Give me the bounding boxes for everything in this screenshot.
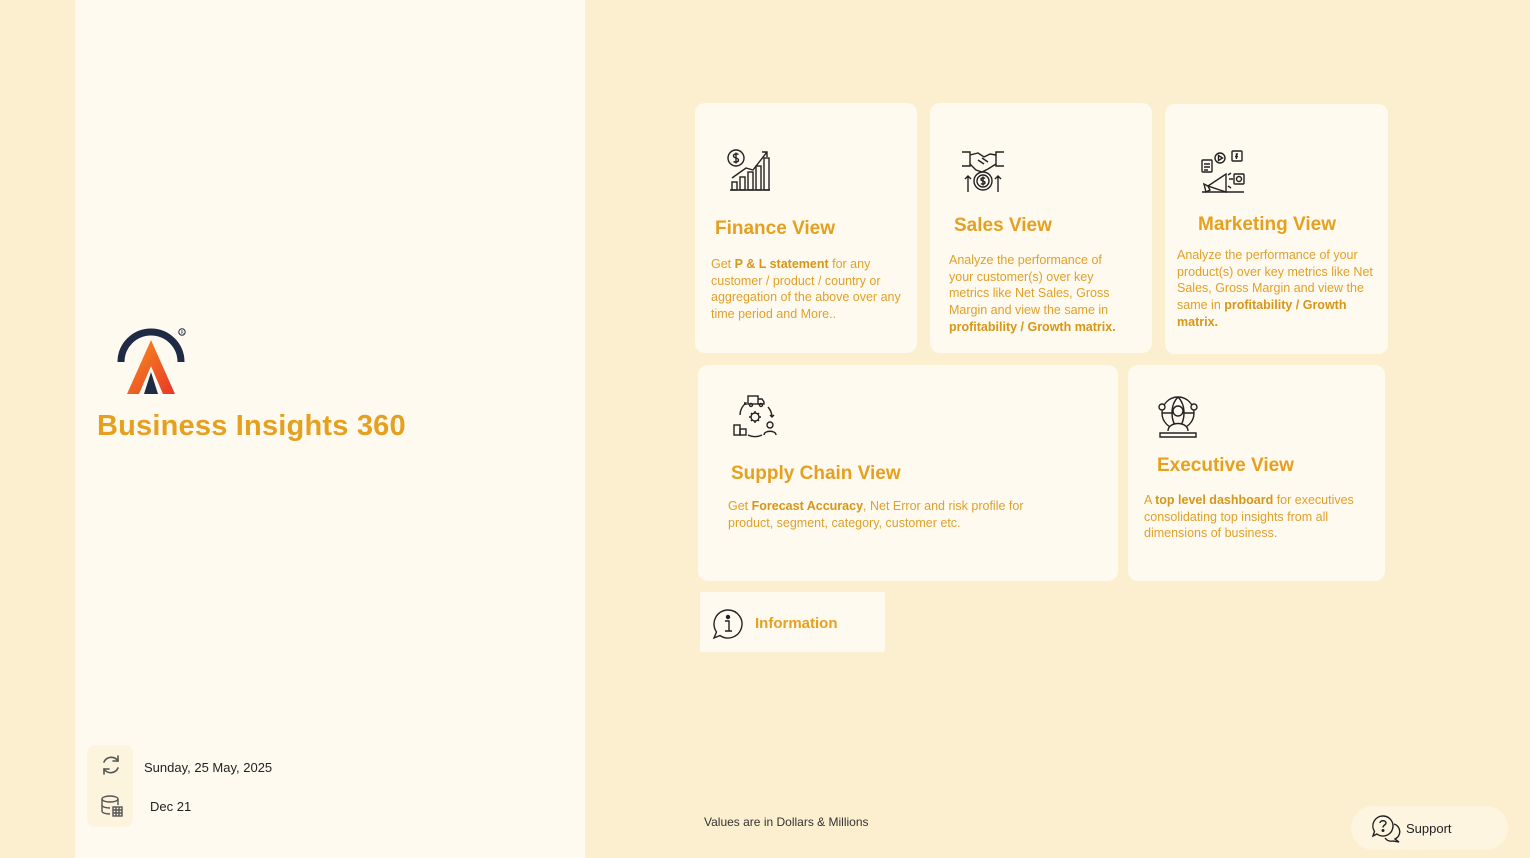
info-chat-icon <box>712 608 744 640</box>
sales-view-title: Sales View <box>954 215 1052 236</box>
emphasis-text: top level dashboard <box>1155 493 1274 507</box>
finance-view-card[interactable]: Finance View Get P & L statement for any… <box>695 103 917 353</box>
app-title: Business Insights 360 <box>97 410 406 442</box>
marketing-megaphone-icon <box>1200 148 1246 194</box>
information-button[interactable]: Information <box>700 592 885 652</box>
units-footnote: Values are in Dollars & Millions <box>704 815 869 829</box>
supply-chain-view-title: Supply Chain View <box>731 463 901 484</box>
description-text: A <box>1144 493 1156 507</box>
executive-view-card[interactable]: Executive View A top level dashboard for… <box>1128 365 1385 581</box>
description-text: Analyze the performance of your customer… <box>949 253 1110 318</box>
refresh-icon[interactable] <box>99 753 123 777</box>
svg-text:R: R <box>181 330 184 336</box>
sales-view-card[interactable]: Sales View Analyze the performance of yo… <box>930 103 1152 353</box>
finance-growth-icon <box>726 148 772 194</box>
executive-view-description: A top level dashboard for executives con… <box>1144 492 1364 542</box>
supply-chain-view-card[interactable]: Supply Chain View Get Forecast Accuracy,… <box>698 365 1118 581</box>
support-button[interactable]: Support <box>1351 806 1508 850</box>
finance-view-title: Finance View <box>715 218 836 239</box>
finance-view-description: Get P & L statement for any customer / p… <box>711 256 901 323</box>
supply-chain-view-description: Get Forecast Accuracy, Net Error and ris… <box>728 498 1038 531</box>
executive-view-title: Executive View <box>1157 455 1294 476</box>
support-label: Support <box>1406 821 1452 836</box>
sales-view-description: Analyze the performance of your customer… <box>949 252 1129 336</box>
description-text: Get <box>711 257 735 271</box>
emphasis-text: Forecast Accuracy <box>751 499 864 513</box>
marketing-view-title: Marketing View <box>1198 214 1336 235</box>
description-text: Get <box>728 499 752 513</box>
marketing-view-description: Analyze the performance of your product(… <box>1177 247 1373 331</box>
support-help-icon <box>1371 814 1401 844</box>
database-icon <box>100 794 124 818</box>
marketing-view-card[interactable]: Marketing View Analyze the performance o… <box>1165 104 1388 354</box>
supply-chain-cycle-icon <box>732 393 778 439</box>
executive-global-icon <box>1156 393 1202 439</box>
atliq-logo-icon: R <box>113 322 189 398</box>
sales-handshake-icon <box>960 148 1006 194</box>
emphasis-text: P & L statement <box>734 257 829 271</box>
emphasis-text: profitability / Growth matrix. <box>949 319 1116 334</box>
information-label: Information <box>755 615 838 632</box>
refresh-date: Sunday, 25 May, 2025 <box>144 760 273 775</box>
data-period: Dec 21 <box>150 799 192 814</box>
